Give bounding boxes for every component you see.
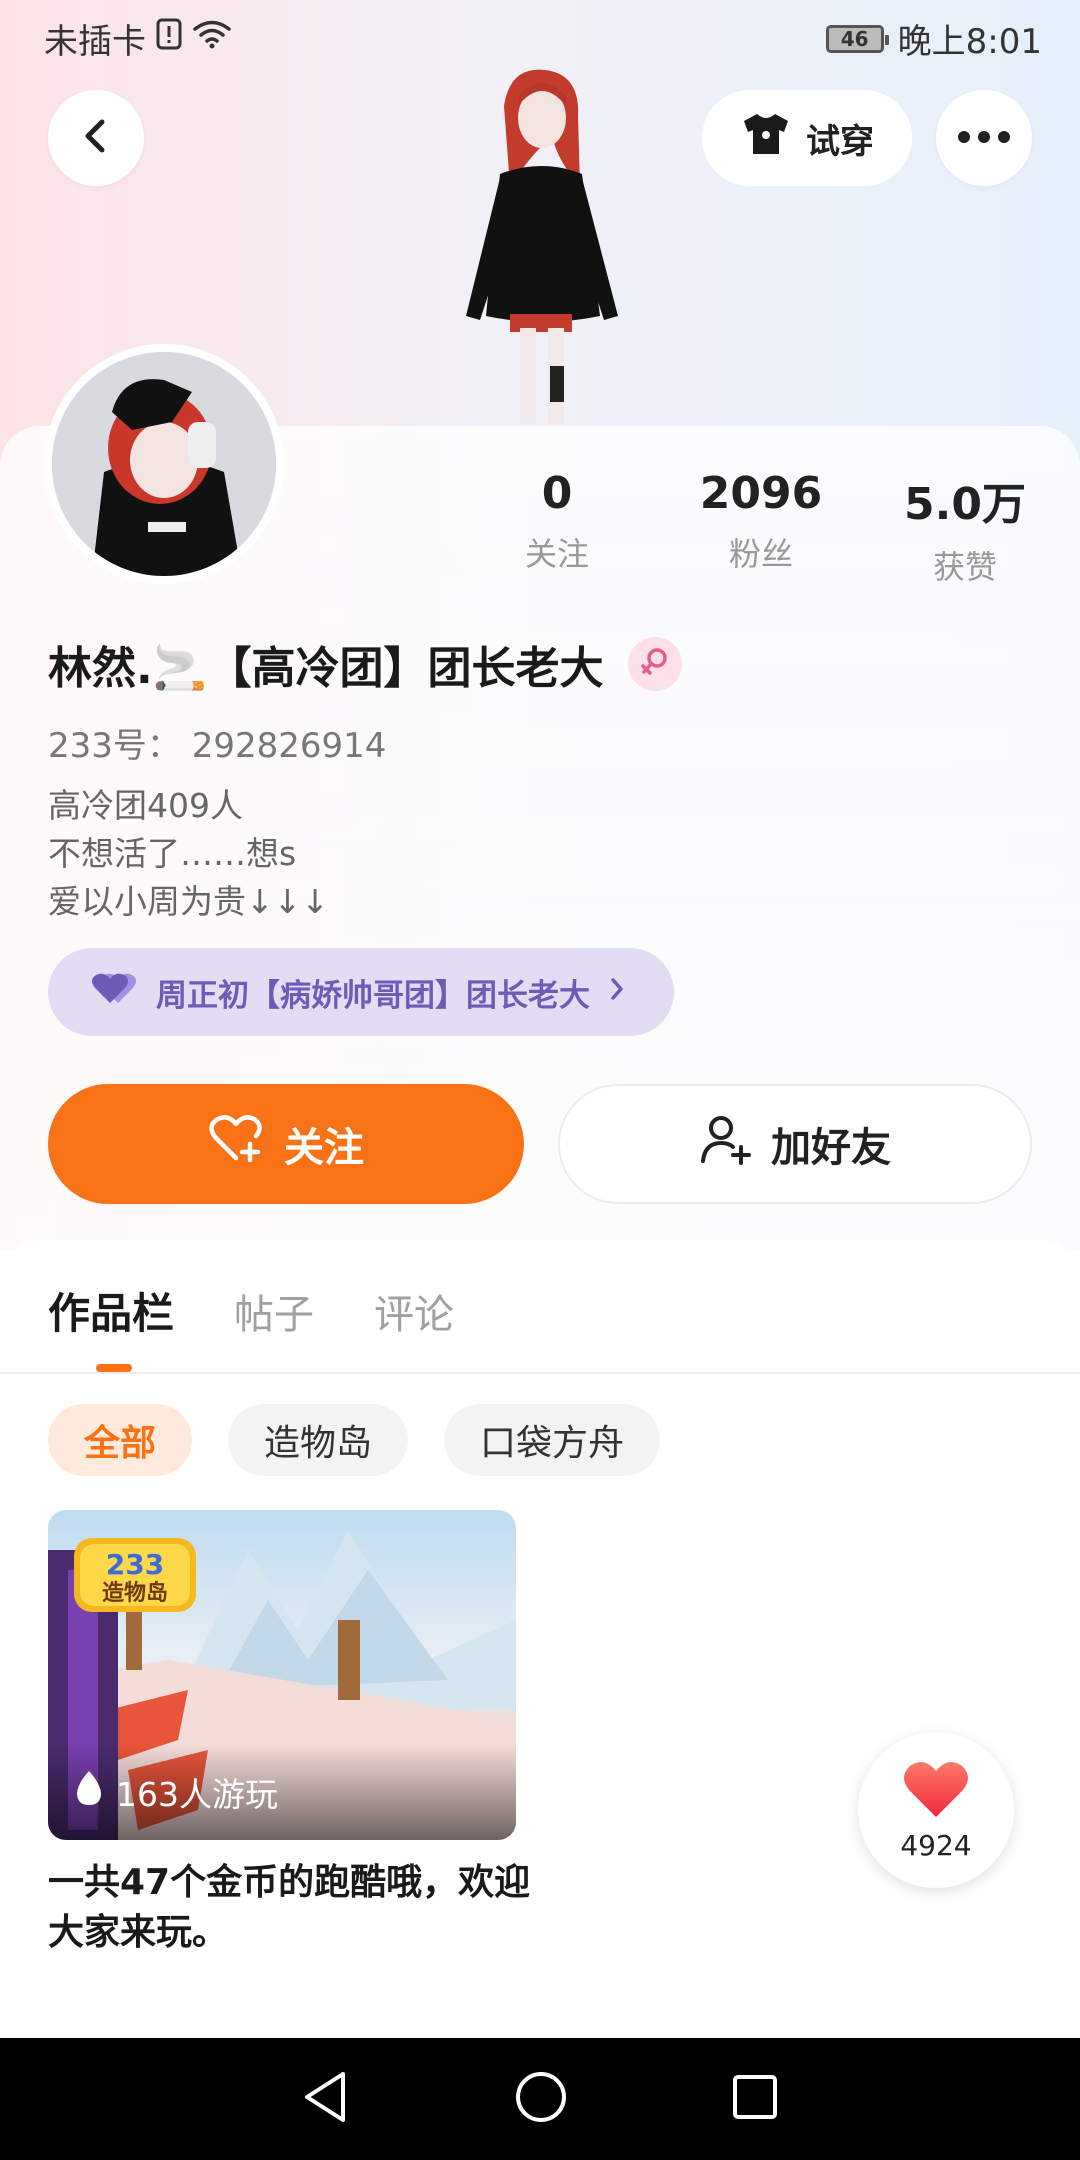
more-options-button[interactable] [936, 90, 1032, 186]
title-badge-text: 周正初【病娇帅哥团】团长老大 [156, 977, 590, 1014]
wifi-icon [192, 18, 232, 59]
work-title[interactable]: 一共47个金币的跑酷哦，欢迎大家来玩。 [48, 1858, 548, 1958]
stat-following-value: 0 [541, 468, 573, 519]
try-on-button[interactable]: 试穿 [702, 90, 912, 186]
bio-line: 高冷团409人 [48, 786, 243, 825]
bio-line: 爱以小周为贵↓↓↓ [48, 882, 329, 921]
heart-icon [902, 1759, 970, 1823]
stat-likes-label: 获赞 [932, 548, 997, 586]
category-filters: 全部 造物岛 口袋方舟 [48, 1404, 661, 1476]
status-left: 未插卡 [44, 14, 232, 63]
back-button[interactable] [48, 90, 144, 186]
nav-recents-icon[interactable] [731, 2073, 779, 2125]
battery-icon: 46 [825, 24, 889, 53]
floating-like-button[interactable]: 4924 [858, 1732, 1014, 1888]
battery-level: 46 [840, 26, 869, 51]
sim-alert-icon [156, 18, 182, 59]
work-card[interactable]: 233 造物岛 163人游玩 [48, 1510, 516, 1840]
status-bar: 未插卡 46 晚上8:01 [0, 0, 1080, 74]
stat-following[interactable]: 0 关注 [472, 468, 642, 575]
creation-island-logo: 233 造物岛 [70, 1532, 200, 1618]
active-tab-indicator [96, 1364, 132, 1372]
add-user-icon [699, 1113, 751, 1175]
filter-chip-all[interactable]: 全部 [48, 1404, 193, 1476]
filter-chip-pocket-ark[interactable]: 口袋方舟 [444, 1404, 661, 1476]
stat-following-label: 关注 [524, 535, 589, 573]
profile-tabs: 作品栏 帖子 评论 [48, 1280, 454, 1341]
stat-likes[interactable]: 5.0万 获赞 [880, 468, 1050, 588]
tab-posts[interactable]: 帖子 [234, 1282, 314, 1340]
stat-fans[interactable]: 2096 粉丝 [676, 468, 846, 575]
profile-avatar[interactable] [44, 344, 284, 584]
filter-chip-creation-island[interactable]: 造物岛 [228, 1404, 409, 1476]
clock: 晚上8:01 [897, 22, 1042, 62]
carrier-text: 未插卡 [44, 22, 146, 62]
flame-icon [74, 1769, 104, 1815]
female-gender-icon [627, 637, 682, 691]
profile-bio: 高冷团409人 不想活了……想s 爱以小周为贵↓↓↓ [48, 782, 329, 926]
add-friend-button[interactable]: 加好友 [558, 1084, 1032, 1204]
stat-fans-value: 2096 [699, 468, 823, 519]
profile-name: 林然.🚬【高冷团】团长老大 [48, 643, 604, 694]
tabs-divider [0, 1372, 1080, 1374]
follow-button[interactable]: 关注 [48, 1084, 524, 1204]
like-count: 4924 [900, 1828, 972, 1862]
try-on-label: 试穿 [806, 121, 874, 162]
user-id: 233号： 292826914 [48, 726, 387, 766]
svg-text:233: 233 [106, 1548, 164, 1581]
double-heart-icon [88, 971, 138, 1013]
chevron-left-icon [78, 116, 114, 160]
system-navigation-bar [0, 2038, 1080, 2160]
chevron-right-icon [608, 974, 626, 1010]
title-badge[interactable]: 周正初【病娇帅哥团】团长老大 [48, 948, 674, 1036]
nav-home-icon[interactable] [514, 2070, 568, 2128]
tshirt-icon [740, 111, 792, 166]
nav-back-icon[interactable] [301, 2070, 351, 2128]
play-count-text: 163人游玩 [116, 1775, 278, 1814]
heart-plus-icon [208, 1114, 264, 1174]
avatar-3d-figure[interactable] [430, 66, 650, 426]
tab-comments[interactable]: 评论 [374, 1282, 454, 1340]
bio-line: 不想活了……想s [48, 834, 297, 873]
more-dots-icon [957, 129, 1011, 148]
add-friend-label: 加好友 [771, 1125, 891, 1171]
svg-text:造物岛: 造物岛 [102, 1580, 168, 1606]
follow-label: 关注 [284, 1125, 364, 1171]
status-right: 46 晚上8:01 [825, 14, 1042, 63]
tab-works[interactable]: 作品栏 [48, 1280, 174, 1341]
stat-likes-value: 5.0万 [904, 479, 1026, 530]
avatar-image [52, 352, 276, 576]
stat-fans-label: 粉丝 [728, 535, 793, 573]
name-row: 林然.🚬【高冷团】团长老大 [48, 632, 682, 696]
play-count: 163人游玩 [74, 1768, 278, 1816]
